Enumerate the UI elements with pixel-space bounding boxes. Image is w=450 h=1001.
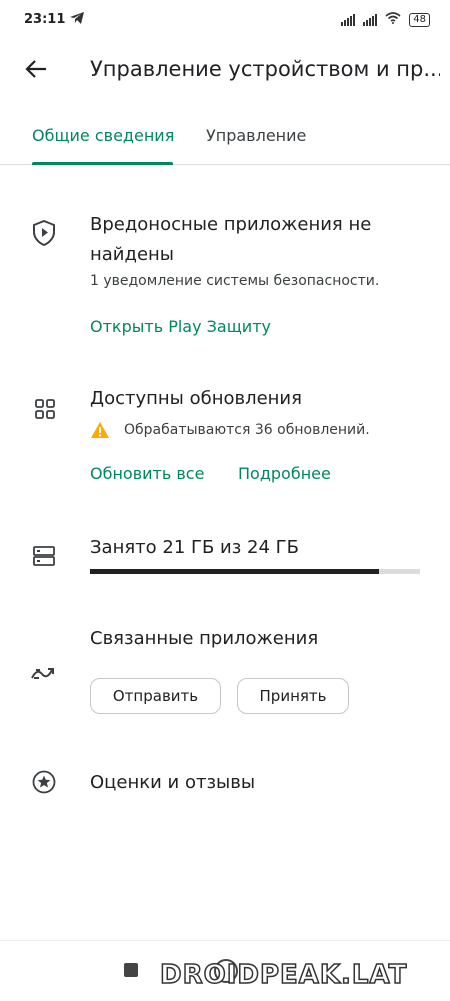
watermark: DROIDPEAK.LAT	[159, 959, 408, 991]
shield-play-icon	[31, 220, 57, 246]
wifi-icon	[385, 12, 401, 28]
battery-icon: 48	[409, 13, 430, 27]
updates-title: Доступны обновления	[90, 388, 302, 409]
ratings-reviews-title[interactable]: Оценки и отзывы	[90, 772, 255, 793]
send-button[interactable]: Отправить	[90, 678, 221, 714]
apps-grid-icon	[32, 396, 58, 422]
signal-icon	[341, 14, 356, 26]
app-bar: Управление устройством и пр...	[0, 40, 450, 100]
star-rating-icon	[31, 769, 57, 795]
protect-status-title: Вредоносные приложения не найдены	[90, 214, 372, 265]
tab-manage[interactable]: Управление	[206, 126, 306, 145]
receive-button[interactable]: Принять	[237, 678, 349, 714]
warning-icon	[90, 421, 110, 443]
status-bar: 23:11 48	[0, 0, 450, 40]
open-play-protect-link[interactable]: Открыть Play Защиту	[90, 317, 271, 336]
tab-overview[interactable]: Общие сведения	[32, 126, 174, 145]
storage-icon	[31, 543, 57, 569]
status-time: 23:11	[24, 12, 66, 27]
update-all-button[interactable]: Обновить все	[90, 464, 204, 483]
tab-bar: Общие сведения Управление	[0, 110, 450, 165]
protect-notification-text: 1 уведомление системы безопасности.	[90, 273, 380, 289]
active-tab-indicator	[32, 162, 173, 165]
connected-apps-title: Связанные приложения	[90, 628, 319, 649]
updates-status-text: Обрабатываются 36 обновлений.	[124, 422, 370, 438]
back-arrow-icon	[25, 59, 47, 83]
signal-icon	[363, 14, 378, 26]
storage-progress-fill	[90, 569, 379, 574]
page-title: Управление устройством и пр...	[90, 57, 440, 81]
back-button[interactable]	[18, 53, 54, 89]
storage-label: Занято 21 ГБ из 24 ГБ	[90, 537, 300, 558]
update-details-link[interactable]: Подробнее	[238, 464, 331, 483]
storage-progress-bar	[90, 569, 420, 574]
connected-apps-icon	[31, 661, 57, 687]
telegram-icon	[70, 12, 84, 28]
recents-button[interactable]	[124, 963, 138, 977]
